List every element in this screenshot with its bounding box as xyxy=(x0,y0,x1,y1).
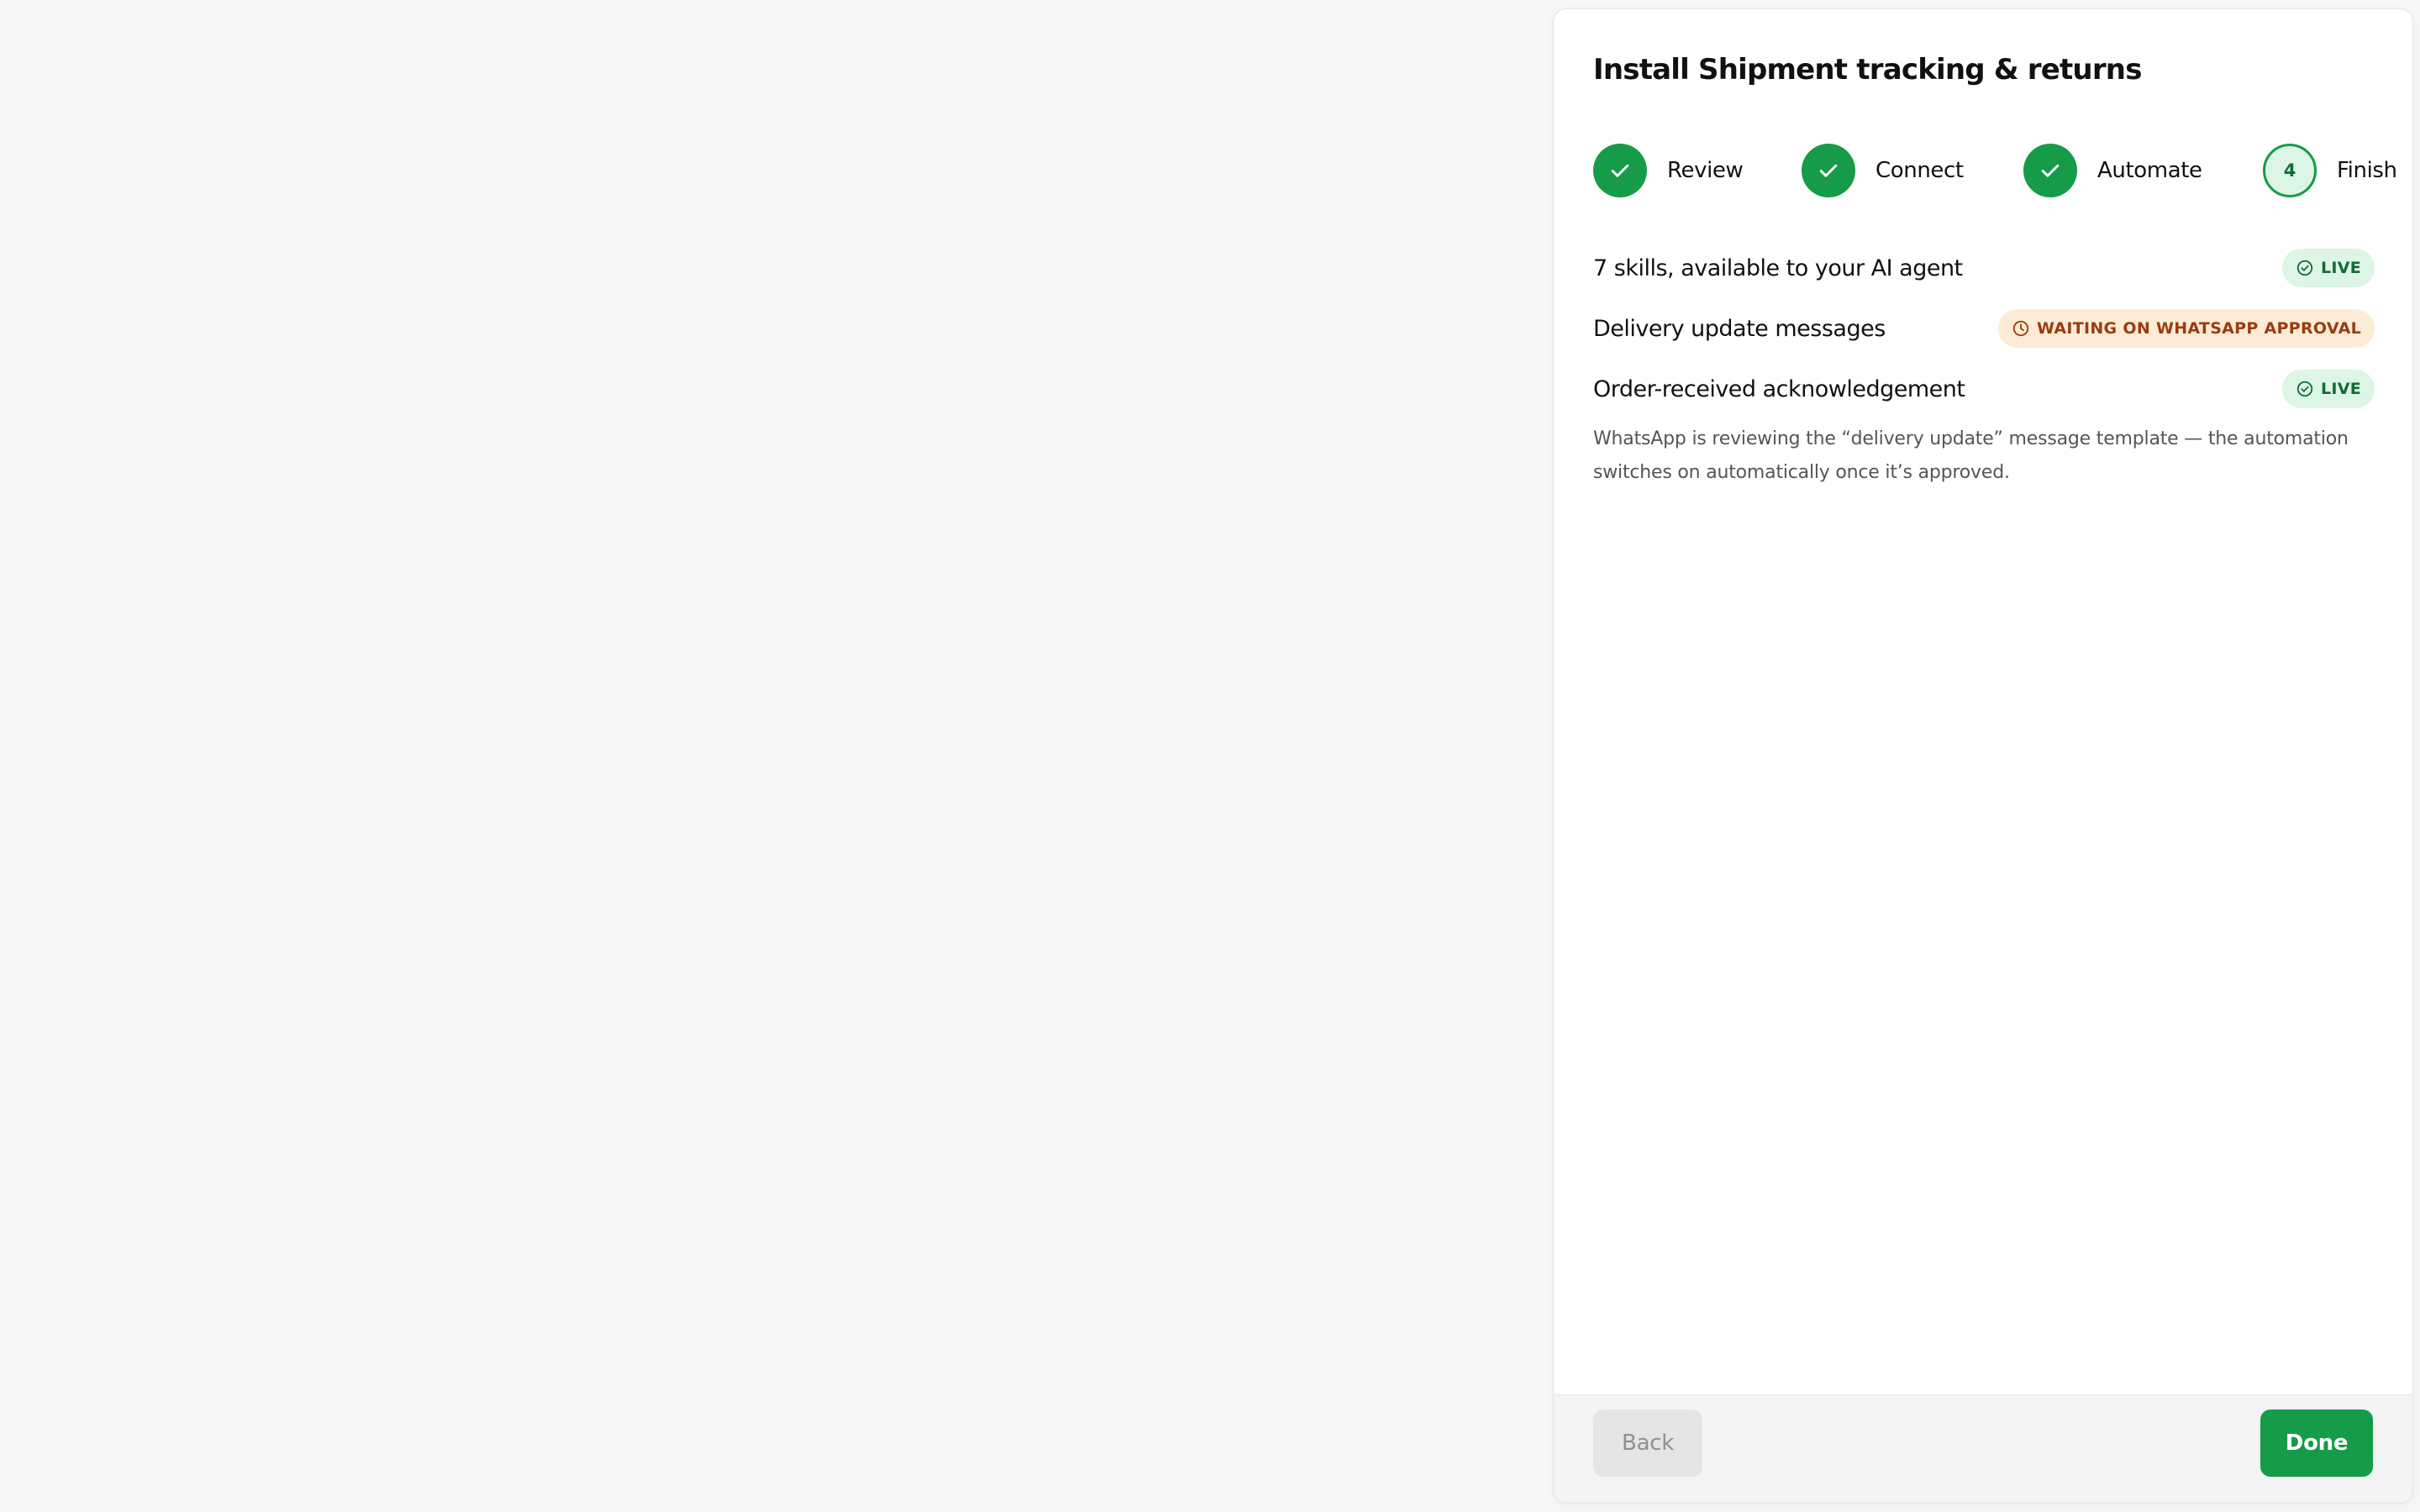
step-label: Finish xyxy=(2337,158,2397,183)
check-icon xyxy=(1593,144,1647,197)
clock-icon xyxy=(2012,319,2030,338)
status-text: LIVE xyxy=(2320,380,2361,398)
status-badge: LIVE xyxy=(2281,249,2375,287)
check-icon xyxy=(1802,144,1855,197)
list-item: Delivery update messages WAITING ON WHAT… xyxy=(1593,298,2375,359)
check-icon xyxy=(2023,144,2077,197)
check-circle-icon xyxy=(2296,380,2314,398)
item-label: Order-received acknowledgement xyxy=(1593,375,1965,402)
step-finish: 4 Finish xyxy=(2263,135,2397,206)
status-badge: LIVE xyxy=(2281,370,2375,408)
step-number: 4 xyxy=(2263,144,2317,197)
stepper: Review Connect Automate 4 Finish xyxy=(1593,135,2412,206)
list-item: 7 skills, available to your AI agent LIV… xyxy=(1593,238,2375,298)
install-dialog: Install Shipment tracking & returns Revi… xyxy=(1553,8,2413,1504)
item-label: Delivery update messages xyxy=(1593,315,1886,342)
back-button[interactable]: Back xyxy=(1593,1410,1702,1477)
dialog-footer: Back Done xyxy=(1554,1394,2412,1503)
step-label: Automate xyxy=(2097,158,2202,183)
status-list: 7 skills, available to your AI agent LIV… xyxy=(1593,238,2375,419)
step-review: Review xyxy=(1593,135,1744,206)
status-badge: WAITING ON WHATSAPP APPROVAL xyxy=(1997,309,2375,348)
step-connect: Connect xyxy=(1802,135,1964,206)
check-circle-icon xyxy=(2296,259,2314,277)
step-label: Connect xyxy=(1876,158,1964,183)
done-button[interactable]: Done xyxy=(2260,1410,2373,1477)
info-note: WhatsApp is reviewing the “delivery upda… xyxy=(1593,428,2349,483)
dialog-title: Install Shipment tracking & returns xyxy=(1593,53,2142,87)
item-label: 7 skills, available to your AI agent xyxy=(1593,255,1963,281)
status-text: LIVE xyxy=(2320,259,2361,277)
step-label: Review xyxy=(1667,158,1744,183)
status-text: WAITING ON WHATSAPP APPROVAL xyxy=(2036,319,2361,338)
list-item: Order-received acknowledgement LIVE xyxy=(1593,359,2375,419)
step-automate: Automate xyxy=(2023,135,2202,206)
